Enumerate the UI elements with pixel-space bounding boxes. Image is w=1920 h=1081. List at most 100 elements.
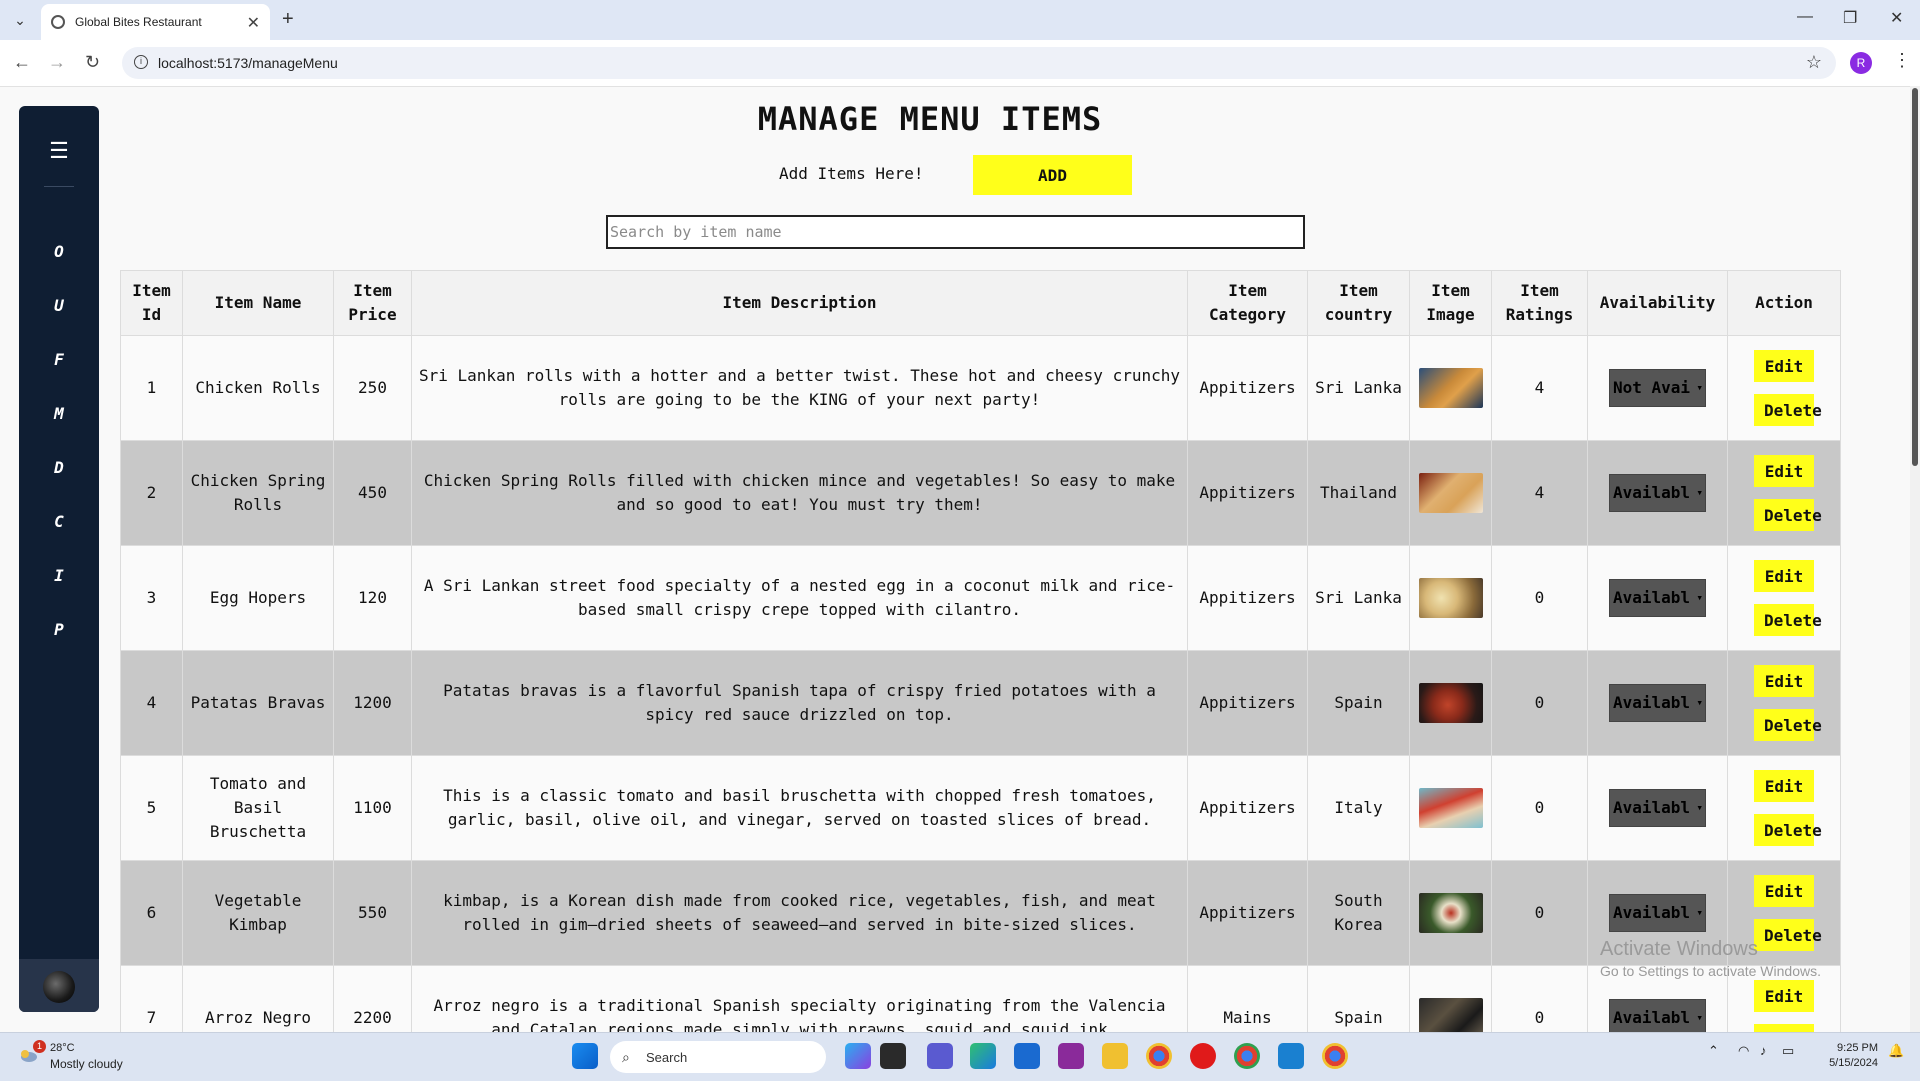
browser-tab[interactable]: Global Bites Restaurant ✕: [41, 4, 270, 40]
edit-button[interactable]: Edit: [1754, 560, 1814, 592]
availability-value: Availabl: [1613, 693, 1691, 712]
header-item-image: Item Image: [1409, 270, 1492, 336]
sidebar-item-o[interactable]: O: [19, 242, 99, 261]
cell-availability: Not Avai ▾: [1587, 335, 1728, 441]
sidebar-item-i[interactable]: I: [19, 566, 99, 585]
chrome-icon[interactable]: [1146, 1043, 1172, 1069]
cell-image: [1409, 755, 1492, 861]
cell-name: Vegetable Kimbap: [182, 860, 334, 966]
cell-rating: 0: [1491, 755, 1588, 861]
header-item-price: Item Price: [333, 270, 412, 336]
availability-select[interactable]: Availabl ▾: [1609, 684, 1706, 722]
task-view-icon[interactable]: [880, 1043, 906, 1069]
address-bar[interactable]: i localhost:5173/manageMenu ☆: [122, 47, 1836, 79]
edit-button[interactable]: Edit: [1754, 350, 1814, 382]
chrome-profile-icon[interactable]: [1234, 1043, 1260, 1069]
search-input[interactable]: [606, 215, 1305, 249]
delete-button[interactable]: Delete: [1754, 709, 1822, 741]
delete-button[interactable]: Delete: [1754, 814, 1822, 846]
delete-button[interactable]: Delete: [1754, 394, 1822, 426]
user-avatar[interactable]: [43, 971, 75, 1003]
cell-id: 1: [120, 335, 183, 441]
taskbar-search[interactable]: ⌕ Search: [610, 1041, 826, 1073]
new-tab-icon[interactable]: +: [282, 8, 294, 31]
url-text[interactable]: localhost:5173/manageMenu: [158, 55, 338, 71]
edit-button[interactable]: Edit: [1754, 875, 1814, 907]
edit-button[interactable]: Edit: [1754, 455, 1814, 487]
page-scrollbar[interactable]: [1910, 86, 1920, 1032]
sidebar-item-f[interactable]: F: [19, 350, 99, 369]
minimize-icon[interactable]: —: [1797, 8, 1813, 26]
table-row: 2 Chicken Spring Rolls 450 Chicken Sprin…: [120, 440, 1841, 546]
delete-button[interactable]: Delete: [1754, 604, 1822, 636]
sidebar-item-m[interactable]: M: [19, 404, 99, 423]
info-icon[interactable]: i: [134, 55, 148, 69]
cell-rating: 0: [1491, 860, 1588, 966]
edit-button[interactable]: Edit: [1754, 770, 1814, 802]
cell-price: 1100: [333, 755, 412, 861]
app-icon[interactable]: [1058, 1043, 1084, 1069]
food-image: [1418, 683, 1483, 723]
bookmark-star-icon[interactable]: ☆: [1806, 52, 1822, 73]
cell-country: Italy: [1307, 755, 1410, 861]
forward-icon[interactable]: →: [48, 52, 66, 73]
windows-taskbar: 1 28°C Mostly cloudy ⌕ Search ⌃ ◠ ♪ ▭ 9:…: [0, 1032, 1920, 1081]
window-close-icon[interactable]: ✕: [1890, 8, 1903, 28]
vscode-icon[interactable]: [1278, 1043, 1304, 1069]
table-row: 3 Egg Hopers 120 A Sri Lankan street foo…: [120, 545, 1841, 651]
restore-icon[interactable]: ❐: [1843, 8, 1857, 28]
cell-description: Sri Lankan rolls with a hotter and a bet…: [411, 335, 1188, 441]
cell-country: Thailand: [1307, 440, 1410, 546]
profile-avatar[interactable]: R: [1850, 52, 1872, 74]
sidebar-item-d[interactable]: D: [19, 458, 99, 477]
volume-icon[interactable]: ♪: [1760, 1043, 1767, 1058]
edit-button[interactable]: Edit: [1754, 980, 1814, 1012]
back-icon[interactable]: ←: [13, 52, 31, 73]
availability-select[interactable]: Not Avai ▾: [1609, 369, 1706, 407]
cell-price: 1200: [333, 650, 412, 756]
browser-menu-icon[interactable]: ⋮: [1893, 50, 1911, 71]
close-tab-icon[interactable]: ✕: [247, 13, 260, 33]
wifi-icon[interactable]: ◠: [1738, 1043, 1749, 1059]
add-button[interactable]: ADD: [973, 155, 1132, 195]
sidebar-divider: [44, 186, 74, 187]
cell-availability: Availabl ▾: [1587, 440, 1728, 546]
header-action: Action: [1727, 270, 1841, 336]
scrollbar-thumb[interactable]: [1912, 88, 1918, 466]
mail-icon[interactable]: [1014, 1043, 1040, 1069]
windows-start-icon[interactable]: [572, 1043, 598, 1069]
sidebar-item-u[interactable]: U: [19, 296, 99, 315]
delete-button[interactable]: Delete: [1754, 499, 1822, 531]
page-title: MANAGE MENU ITEMS: [757, 100, 1103, 138]
chevron-up-icon[interactable]: ⌃: [1708, 1043, 1719, 1059]
hamburger-menu-icon[interactable]: ☰: [19, 138, 99, 164]
clock-time: 9:25 PM: [1837, 1042, 1878, 1054]
availability-select[interactable]: Availabl ▾: [1609, 579, 1706, 617]
header-item-description: Item Description: [411, 270, 1188, 336]
cell-category: Appitizers: [1187, 860, 1308, 966]
chevron-down-icon: ▾: [1696, 381, 1703, 394]
file-explorer-icon[interactable]: [1102, 1043, 1128, 1069]
copilot-icon[interactable]: [845, 1043, 871, 1069]
opera-icon[interactable]: [1190, 1043, 1216, 1069]
availability-select[interactable]: Availabl ▾: [1609, 474, 1706, 512]
cell-availability: Availabl ▾: [1587, 650, 1728, 756]
reload-icon[interactable]: ↻: [85, 52, 100, 73]
sidebar-item-p[interactable]: P: [19, 620, 99, 639]
cell-rating: 0: [1491, 650, 1588, 756]
edit-button[interactable]: Edit: [1754, 665, 1814, 697]
taskbar-search-label: Search: [646, 1050, 688, 1065]
cell-country: Spain: [1307, 650, 1410, 756]
edge-icon[interactable]: [970, 1043, 996, 1069]
tab-search-dropdown-icon[interactable]: ⌄: [8, 8, 32, 32]
add-items-label: Add Items Here!: [779, 164, 924, 183]
battery-icon[interactable]: ▭: [1782, 1043, 1794, 1059]
teams-icon[interactable]: [927, 1043, 953, 1069]
taskbar-clock[interactable]: 9:25 PM 5/15/2024: [1822, 1042, 1878, 1069]
chrome-active-icon[interactable]: [1322, 1043, 1348, 1069]
notification-bell-icon[interactable]: 🔔: [1888, 1043, 1904, 1059]
food-image: [1418, 578, 1483, 618]
sidebar-item-c[interactable]: C: [19, 512, 99, 531]
availability-select[interactable]: Availabl ▾: [1609, 789, 1706, 827]
availability-select[interactable]: Availabl ▾: [1609, 894, 1706, 932]
